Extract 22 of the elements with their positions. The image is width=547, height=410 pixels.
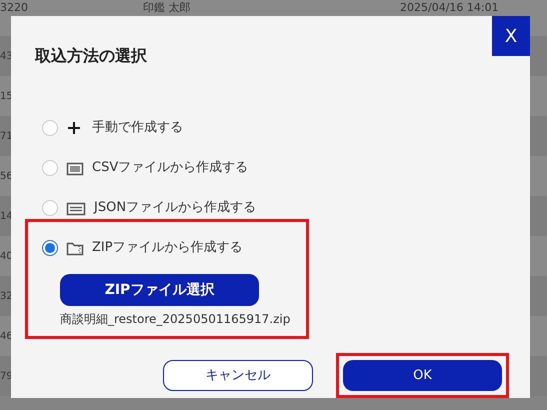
table-cell: 3220	[0, 1, 28, 15]
file-badge-icon	[66, 200, 86, 216]
option-label: CSVファイルから作成する	[92, 159, 248, 178]
table-cell: 2025/04/16 14:01	[400, 1, 499, 15]
file-select-button[interactable]: ZIPファイル選択	[60, 274, 259, 306]
radio-button[interactable]	[42, 120, 58, 136]
radio-button[interactable]	[42, 160, 58, 176]
option-label: ZIPファイルから作成する	[92, 239, 243, 258]
dialog-title: 取込方法の選択	[35, 45, 148, 67]
file-badge-icon	[66, 160, 84, 176]
cancel-button[interactable]: キャンセル	[163, 360, 313, 391]
table-cell: 14	[0, 210, 13, 222]
option-label: 手動で作成する	[92, 119, 183, 138]
radio-button[interactable]	[42, 200, 58, 216]
option-label: JSONファイルから作成する	[94, 199, 256, 218]
file-name: 商談明細_restore_20250501165917.zip	[60, 311, 292, 328]
ok-button[interactable]: OK	[343, 360, 502, 391]
close-button[interactable]: X	[492, 16, 530, 56]
table-cell: 印鑑 太郎	[143, 1, 190, 15]
folder-icon	[66, 240, 84, 256]
table-cell: 71	[0, 130, 13, 142]
radio-button[interactable]	[42, 240, 58, 256]
